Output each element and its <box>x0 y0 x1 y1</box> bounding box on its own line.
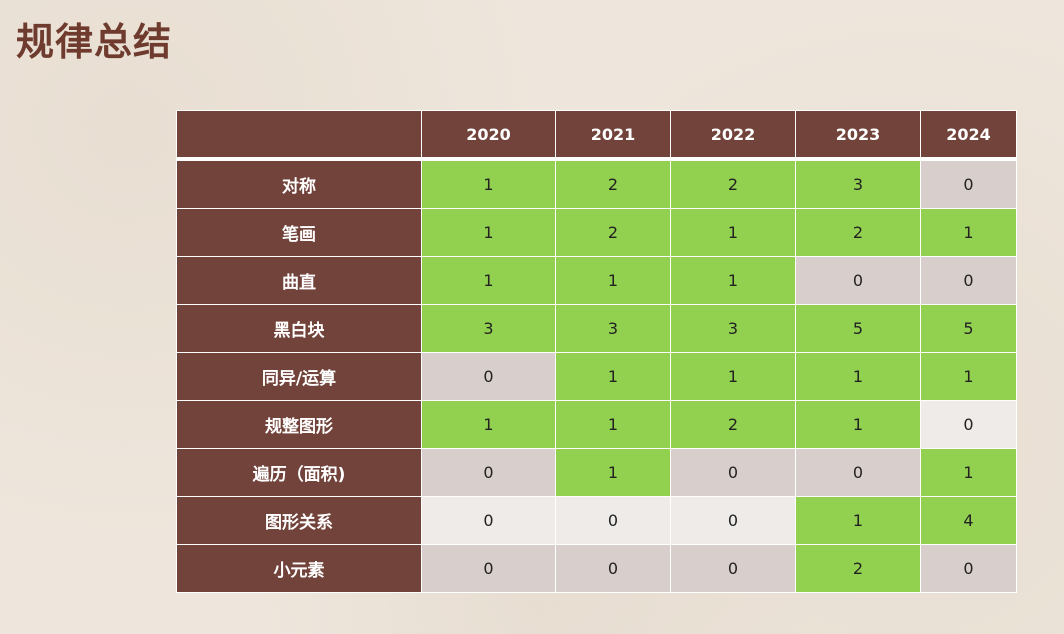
table-cell: 5 <box>920 304 1017 353</box>
table-cell: 1 <box>920 448 1017 497</box>
table-cell: 0 <box>920 256 1017 305</box>
table-cell: 1 <box>421 400 556 449</box>
row-label: 黑白块 <box>176 304 422 353</box>
table-cell: 2 <box>795 544 921 593</box>
header-year: 2021 <box>555 110 671 160</box>
row-label: 笔画 <box>176 208 422 257</box>
table-cell: 1 <box>555 352 671 401</box>
table-cell: 1 <box>670 256 796 305</box>
table-cell: 2 <box>555 208 671 257</box>
table-cell: 1 <box>795 400 921 449</box>
summary-table: 2020 2021 2022 2023 2024 对称 1 2 2 3 0 笔画 1 2 1 2 1 曲… <box>176 110 1017 593</box>
table-cell: 4 <box>920 496 1017 545</box>
table-cell: 0 <box>555 544 671 593</box>
table-cell: 1 <box>795 496 921 545</box>
table-cell: 3 <box>795 158 921 209</box>
table-cell: 3 <box>555 304 671 353</box>
table-cell: 5 <box>795 304 921 353</box>
table-cell: 0 <box>795 256 921 305</box>
header-year: 2023 <box>795 110 921 160</box>
table-cell: 0 <box>555 496 671 545</box>
row-label: 曲直 <box>176 256 422 305</box>
table-cell: 1 <box>920 352 1017 401</box>
table-body: 对称 1 2 2 3 0 笔画 1 2 1 2 1 曲直 1 1 1 0 0 黑白块 3 3 3 5 5 同异/运算 0 1 1 1 1 规… <box>176 158 1017 593</box>
table-row: 曲直 1 1 1 0 0 <box>176 256 1017 305</box>
table-cell: 3 <box>421 304 556 353</box>
row-label: 规整图形 <box>176 400 422 449</box>
table-cell: 0 <box>920 158 1017 209</box>
header-year: 2022 <box>670 110 796 160</box>
table-row: 同异/运算 0 1 1 1 1 <box>176 352 1017 401</box>
row-label: 小元素 <box>176 544 422 593</box>
table-cell: 2 <box>795 208 921 257</box>
table-cell: 0 <box>421 448 556 497</box>
table-cell: 0 <box>670 496 796 545</box>
table-row: 图形关系 0 0 0 1 4 <box>176 496 1017 545</box>
row-label: 对称 <box>176 158 422 209</box>
header-row: 2020 2021 2022 2023 2024 <box>176 110 1017 160</box>
table-cell: 2 <box>670 158 796 209</box>
table-cell: 1 <box>421 208 556 257</box>
table-cell: 1 <box>670 352 796 401</box>
row-label: 图形关系 <box>176 496 422 545</box>
table-cell: 2 <box>555 158 671 209</box>
table-cell: 1 <box>555 400 671 449</box>
table-cell: 0 <box>920 400 1017 449</box>
page-title: 规律总结 <box>16 20 173 64</box>
table-cell: 1 <box>421 256 556 305</box>
table-cell: 0 <box>421 544 556 593</box>
table-row: 黑白块 3 3 3 5 5 <box>176 304 1017 353</box>
table-cell: 0 <box>920 544 1017 593</box>
table-cell: 1 <box>795 352 921 401</box>
table-cell: 0 <box>795 448 921 497</box>
table-cell: 2 <box>670 400 796 449</box>
table-row: 笔画 1 2 1 2 1 <box>176 208 1017 257</box>
table-cell: 0 <box>670 544 796 593</box>
table-cell: 1 <box>421 158 556 209</box>
table-cell: 1 <box>555 256 671 305</box>
table-cell: 1 <box>555 448 671 497</box>
table-cell: 3 <box>670 304 796 353</box>
row-label: 遍历（面积) <box>176 448 422 497</box>
table-cell: 0 <box>421 496 556 545</box>
table-row: 对称 1 2 2 3 0 <box>176 158 1017 209</box>
table-cell: 0 <box>421 352 556 401</box>
header-corner <box>176 110 422 160</box>
table-row: 规整图形 1 1 2 1 0 <box>176 400 1017 449</box>
table-row: 小元素 0 0 0 2 0 <box>176 544 1017 593</box>
header-year: 2024 <box>920 110 1017 160</box>
table-cell: 1 <box>920 208 1017 257</box>
table-cell: 1 <box>670 208 796 257</box>
table-row: 遍历（面积) 0 1 0 0 1 <box>176 448 1017 497</box>
table-cell: 0 <box>670 448 796 497</box>
header-year: 2020 <box>421 110 556 160</box>
row-label: 同异/运算 <box>176 352 422 401</box>
